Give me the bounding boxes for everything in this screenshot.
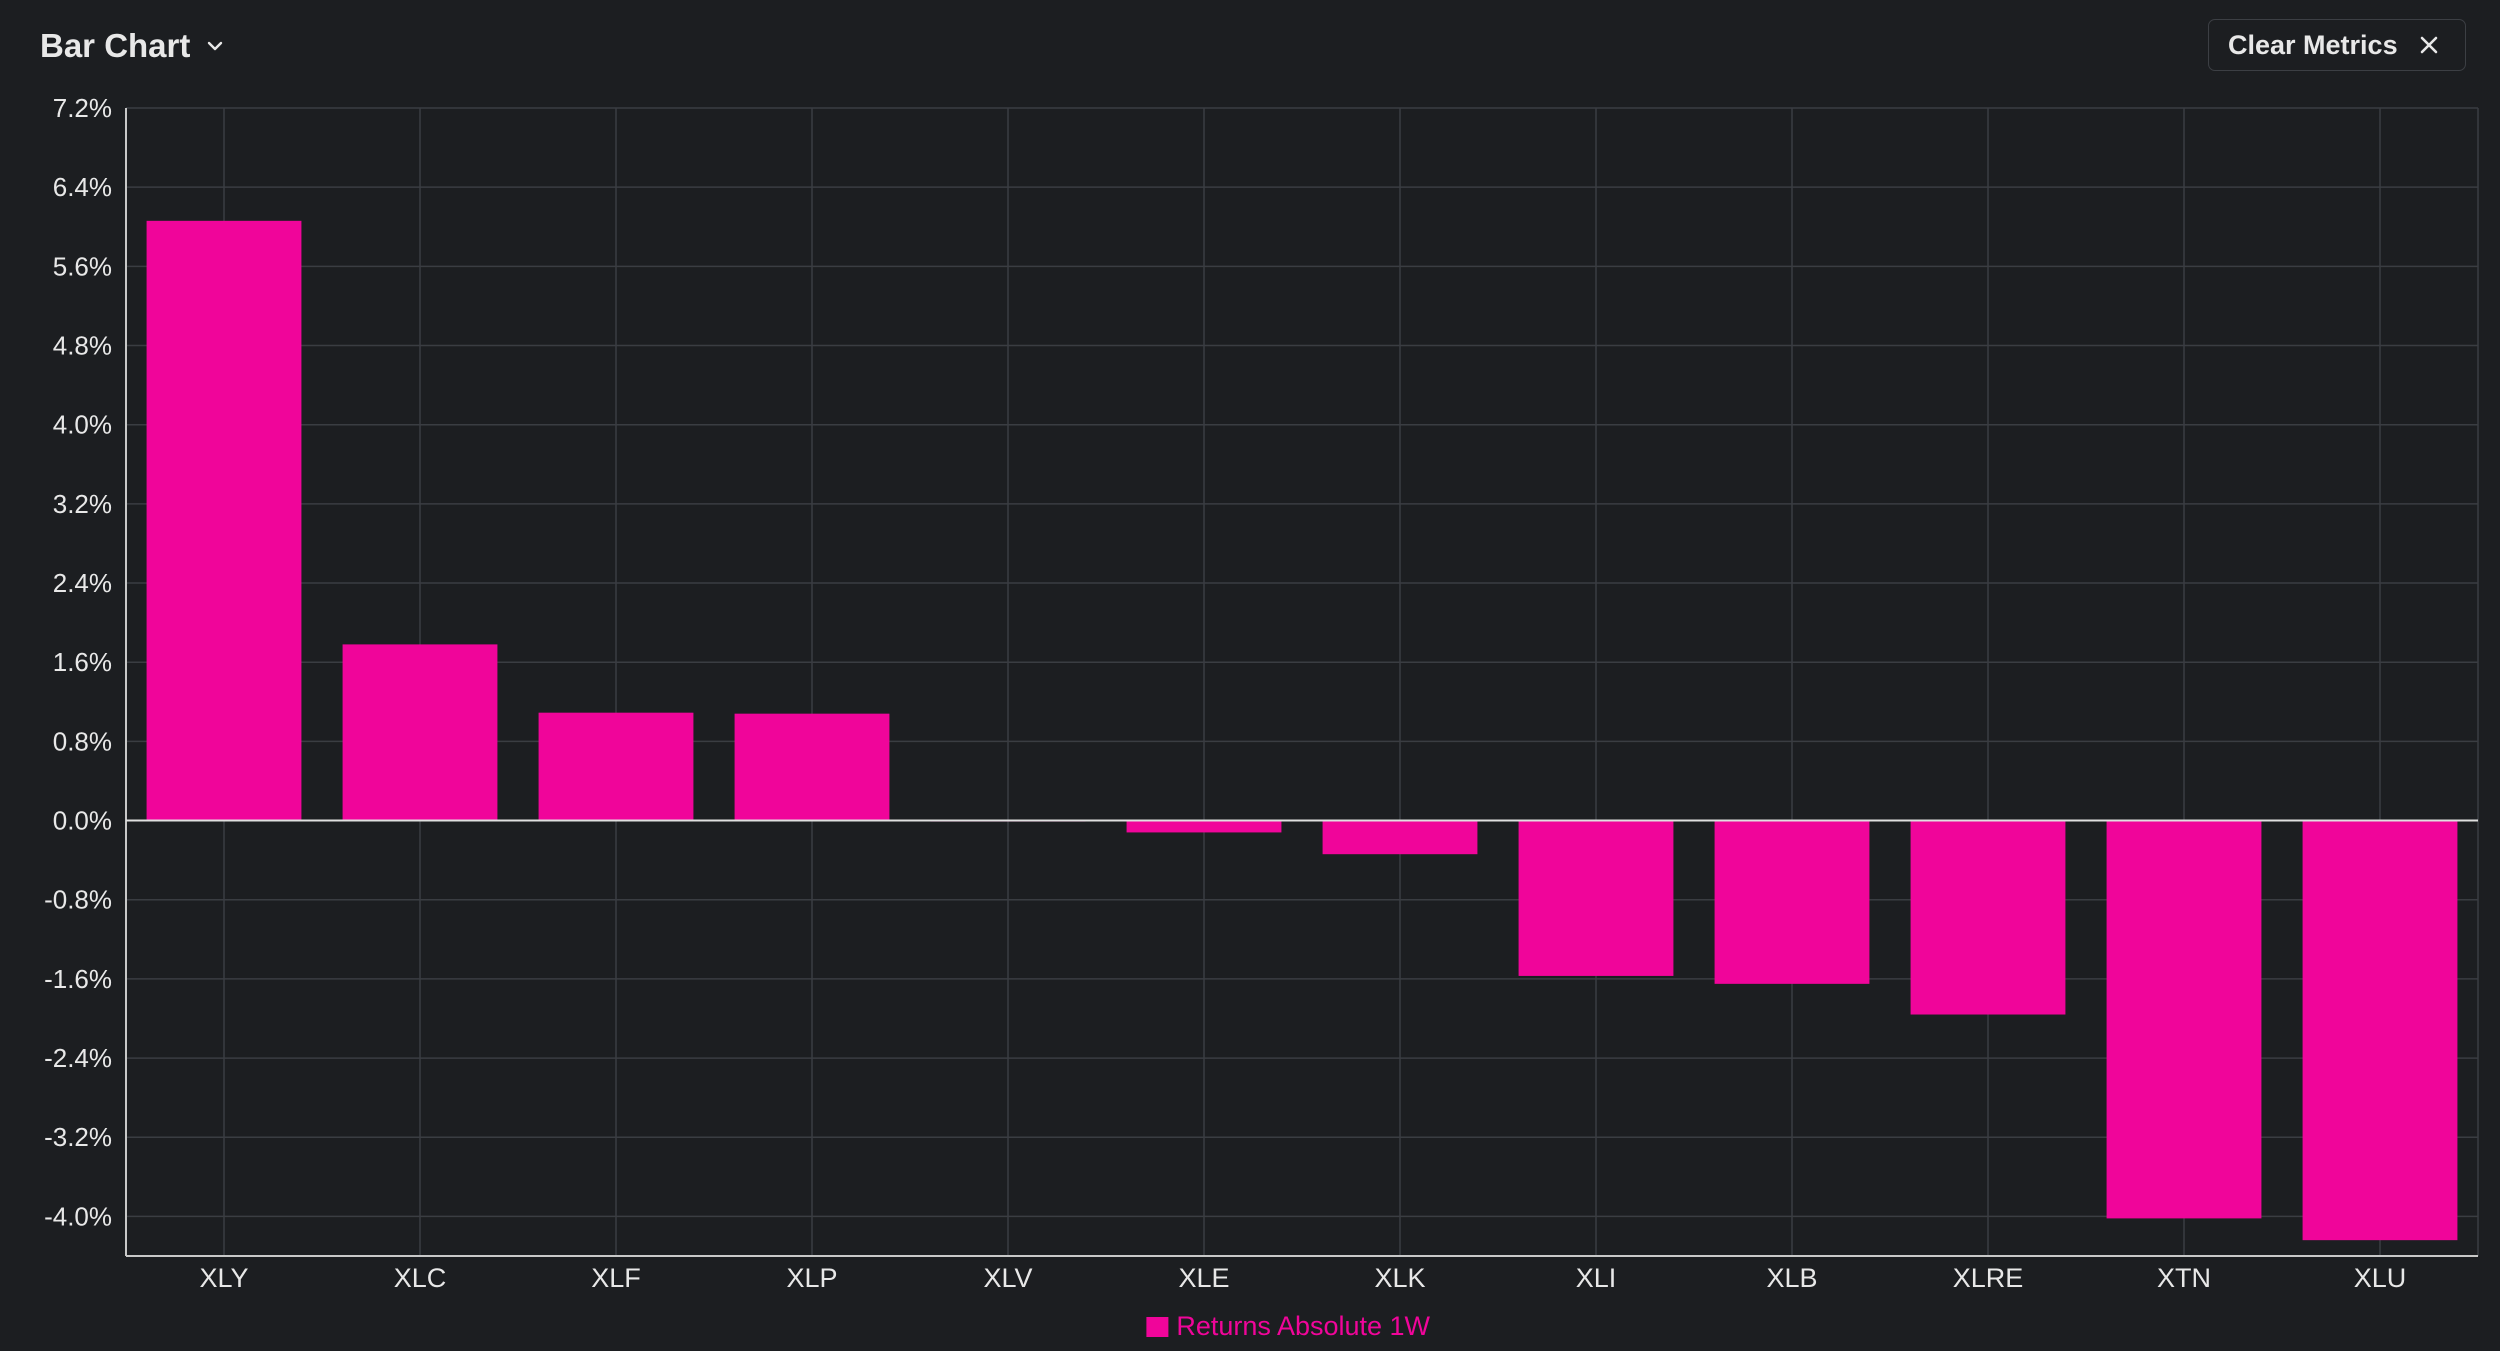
x-tick-label: XLC bbox=[394, 1263, 447, 1293]
bar-xlk bbox=[1322, 820, 1478, 855]
legend-swatch bbox=[1146, 1317, 1169, 1337]
legend-label: Returns Absolute 1W bbox=[1176, 1311, 1430, 1341]
y-tick-label: -4.0% bbox=[44, 1201, 112, 1231]
y-tick-label: 7.2% bbox=[53, 93, 112, 123]
y-tick-label: -1.6% bbox=[44, 964, 112, 994]
y-tick-label: 4.0% bbox=[53, 410, 112, 440]
x-tick-label: XLB bbox=[1766, 1263, 1817, 1293]
bar-xtn bbox=[2106, 820, 2262, 1219]
bar-xlf bbox=[538, 712, 694, 821]
bar-xlu bbox=[2302, 820, 2458, 1241]
x-tick-label: XLU bbox=[2354, 1263, 2407, 1293]
bar-chart: 7.2% 6.4% 5.6% 4.8% 4.0% 3.2% 2.4% 1.6% 0.8% 0.0%… bbox=[44, 93, 2479, 1341]
bar-xlp bbox=[734, 713, 890, 821]
x-tick-label: XLP bbox=[786, 1263, 837, 1293]
bar-xly bbox=[146, 220, 302, 821]
x-tick-label: XLE bbox=[1178, 1263, 1229, 1293]
x-tick-label: XTN bbox=[2157, 1263, 2211, 1293]
x-tick-label: XLI bbox=[1576, 1263, 1617, 1293]
y-tick-label: 0.8% bbox=[53, 726, 112, 756]
y-tick-label: -0.8% bbox=[44, 885, 112, 915]
bar-xlc bbox=[342, 644, 498, 821]
y-tick-label: 5.6% bbox=[53, 251, 112, 281]
y-tick-label: -2.4% bbox=[44, 1043, 112, 1073]
y-tick-label: 1.6% bbox=[53, 647, 112, 677]
bar-xlre bbox=[1910, 820, 2066, 1015]
x-tick-label: XLRE bbox=[1953, 1263, 2024, 1293]
y-tick-label: 4.8% bbox=[53, 331, 112, 361]
y-tick-label: 6.4% bbox=[53, 172, 112, 202]
x-tick-label: XLF bbox=[591, 1263, 641, 1293]
bar-xlb bbox=[1714, 820, 1870, 984]
y-tick-label: -3.2% bbox=[44, 1122, 112, 1152]
bar-xle bbox=[1126, 820, 1282, 833]
x-tick-label: XLV bbox=[983, 1263, 1032, 1293]
x-tick-label: XLK bbox=[1374, 1263, 1425, 1293]
y-tick-label: 2.4% bbox=[53, 568, 112, 598]
bar-xli bbox=[1518, 820, 1674, 976]
y-tick-label: 0.0% bbox=[53, 806, 112, 836]
x-tick-label: XLY bbox=[199, 1263, 248, 1293]
y-tick-label: 3.2% bbox=[53, 489, 112, 519]
